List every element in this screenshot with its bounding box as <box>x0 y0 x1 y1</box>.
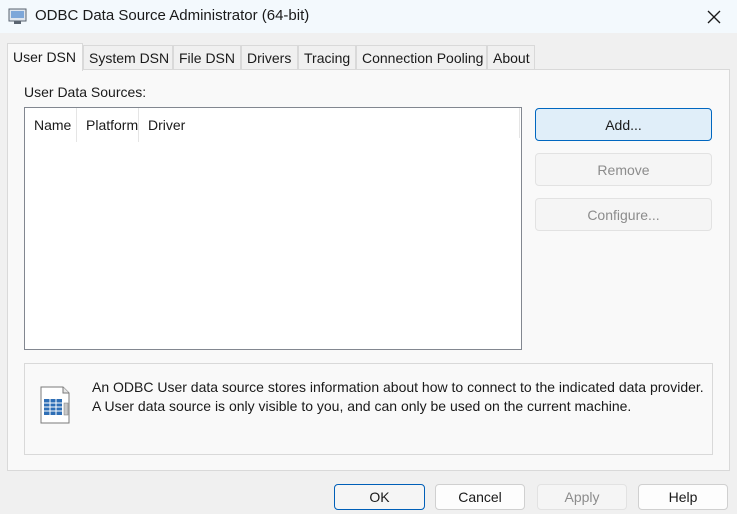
odbc-admin-icon <box>8 7 28 25</box>
user-data-sources-list[interactable]: Name Platform Driver <box>24 107 522 350</box>
ok-button[interactable]: OK <box>334 484 425 510</box>
window-title: ODBC Data Source Administrator (64-bit) <box>35 7 310 24</box>
close-icon <box>707 10 721 23</box>
tab-file-dsn[interactable]: File DSN <box>173 45 241 69</box>
column-divider <box>519 108 520 138</box>
tab-drivers[interactable]: Drivers <box>241 45 298 69</box>
datasource-document-icon <box>35 385 75 425</box>
list-header: Name Platform Driver <box>25 108 521 142</box>
tab-tracing[interactable]: Tracing <box>298 45 356 69</box>
cancel-button[interactable]: Cancel <box>435 484 525 510</box>
close-button[interactable] <box>691 0 737 33</box>
user-data-sources-label: User Data Sources: <box>24 84 147 100</box>
tab-connection-pooling[interactable]: Connection Pooling <box>356 45 487 69</box>
remove-button[interactable]: Remove <box>535 153 712 186</box>
column-header-driver[interactable]: Driver <box>139 108 521 142</box>
column-header-name[interactable]: Name <box>25 108 77 142</box>
column-header-platform[interactable]: Platform <box>77 108 139 142</box>
apply-button[interactable]: Apply <box>537 484 627 510</box>
configure-button[interactable]: Configure... <box>535 198 712 231</box>
add-button[interactable]: Add... <box>535 108 712 141</box>
title-bar: ODBC Data Source Administrator (64-bit) <box>0 0 737 33</box>
tab-about[interactable]: About <box>487 45 535 69</box>
info-text: An ODBC User data source stores informat… <box>92 379 704 414</box>
tab-user-dsn[interactable]: User DSN <box>7 43 83 71</box>
tab-system-dsn[interactable]: System DSN <box>83 45 173 69</box>
help-button[interactable]: Help <box>638 484 728 510</box>
